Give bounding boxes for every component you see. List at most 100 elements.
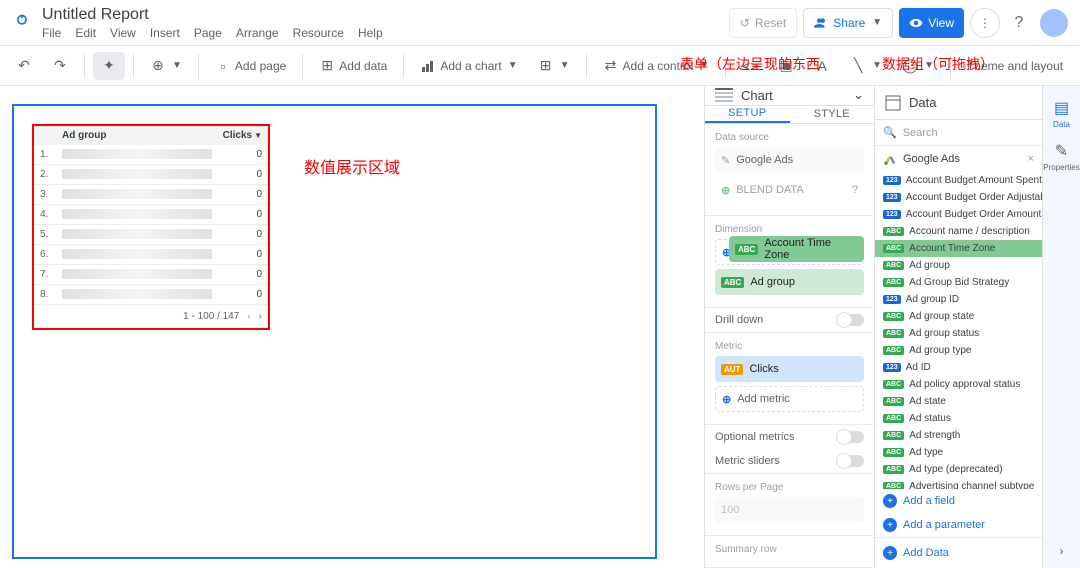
drill-down-toggle[interactable]: Drill down — [705, 308, 874, 333]
field-row[interactable]: ABCAd policy approval status — [875, 376, 1042, 393]
report-canvas[interactable]: Ad group Clicks▼ 1.02.03.04.05.06.07.08.… — [12, 104, 657, 559]
toggle-switch[interactable] — [838, 455, 864, 467]
table-chart-widget[interactable]: Ad group Clicks▼ 1.02.03.04.05.06.07.08.… — [32, 124, 270, 330]
toggle-switch[interactable] — [838, 431, 864, 443]
field-row[interactable]: ABCAd group type — [875, 342, 1042, 359]
menu-help[interactable]: Help — [358, 26, 383, 40]
doc-title[interactable]: Untitled Report — [42, 6, 383, 24]
table-row[interactable]: 6.0 — [34, 245, 268, 265]
add-metric-chip[interactable]: ⊕ Add metric — [715, 386, 864, 412]
more-vert-icon: ⋮ — [979, 16, 991, 30]
expand-chevron[interactable]: › — [1060, 544, 1064, 558]
community-viz-button[interactable]: ⊞▼ — [530, 52, 578, 80]
metric-sliders-toggle[interactable]: Metric sliders — [705, 449, 874, 474]
field-row[interactable]: 123Account Budget Amount Spent — [875, 172, 1042, 189]
data-source-section: Data source ✎ Google Ads ⊕ BLEND DATA ? — [705, 124, 874, 216]
optional-metrics-toggle[interactable]: Optional metrics — [705, 425, 874, 449]
chart-type-selector[interactable]: Chart ⌄ — [705, 86, 874, 106]
table-row[interactable]: 3.0 — [34, 185, 268, 205]
toggle-switch[interactable] — [838, 314, 864, 326]
field-row[interactable]: ABCAd type — [875, 444, 1042, 461]
prev-page-button[interactable]: ‹ — [247, 311, 250, 322]
table-row[interactable]: 1.0 — [34, 145, 268, 165]
plus-icon: + — [883, 494, 897, 508]
data-panel: Data 🔍 Search Google Ads × 123Account Bu… — [874, 86, 1042, 568]
tab-properties[interactable]: ✎ Properties — [1043, 137, 1079, 176]
tab-setup[interactable]: SETUP — [705, 106, 790, 123]
help-button[interactable]: ? — [1004, 8, 1034, 38]
next-page-button[interactable]: › — [259, 311, 262, 322]
field-row[interactable]: ABCAdvertising channel subtype — [875, 478, 1042, 489]
add-parameter-link[interactable]: + Add a parameter — [875, 513, 1042, 537]
field-tag-icon: ABC — [883, 482, 904, 489]
drill-down-label: Drill down — [715, 314, 763, 326]
add-data-button[interactable]: ⊞ Add data — [311, 52, 395, 80]
pencil-icon: ✎ — [1055, 141, 1068, 161]
blend-data-button[interactable]: ⊕ BLEND DATA ? — [715, 177, 864, 203]
dimension-section: Dimension ABC Account Time Zone ⊕ Add di… — [705, 216, 874, 308]
close-icon[interactable]: × — [1028, 153, 1034, 165]
menu-insert[interactable]: Insert — [150, 26, 180, 40]
field-name: Ad status — [909, 413, 951, 424]
view-button[interactable]: View — [899, 8, 964, 38]
panel-tabs: SETUP STYLE — [705, 106, 874, 124]
table-row[interactable]: 5.0 — [34, 225, 268, 245]
user-avatar[interactable] — [1040, 9, 1068, 37]
field-row[interactable]: 123Account Budget Order Amount — [875, 206, 1042, 223]
add-page-label: Add page — [235, 59, 286, 73]
add-data-link[interactable]: + Add Data — [875, 538, 1042, 568]
more-button[interactable]: ⋮ — [970, 8, 1000, 38]
data-source-row[interactable]: Google Ads × — [875, 146, 1042, 172]
search-row[interactable]: 🔍 Search — [875, 120, 1042, 146]
field-tag-icon: ABC — [883, 431, 904, 440]
select-tool[interactable]: ✦ — [93, 52, 125, 80]
share-button[interactable]: Share ▼ — [803, 8, 893, 38]
annotation-datagroup: 数据组（可拖拽） — [882, 54, 994, 74]
field-row[interactable]: ABCAd group state — [875, 308, 1042, 325]
field-row[interactable]: ABCAd Group Bid Strategy — [875, 274, 1042, 291]
col-adgroup[interactable]: Ad group — [62, 130, 212, 141]
tab-style[interactable]: STYLE — [790, 106, 875, 123]
add-field-link[interactable]: + Add a field — [875, 489, 1042, 513]
table-row[interactable]: 7.0 — [34, 265, 268, 285]
dimension-drag-chip[interactable]: ABC Account Time Zone — [729, 236, 864, 262]
dimension-chip[interactable]: ABC Ad group — [715, 269, 864, 295]
redo-button[interactable]: ↷ — [44, 52, 76, 80]
menu-view[interactable]: View — [110, 26, 136, 40]
add-parameter-label: Add a parameter — [903, 519, 985, 531]
menu-arrange[interactable]: Arrange — [236, 26, 279, 40]
field-row[interactable]: ABCAd strength — [875, 427, 1042, 444]
menu-edit[interactable]: Edit — [75, 26, 96, 40]
field-row[interactable]: ABCAd type (deprecated) — [875, 461, 1042, 478]
field-row[interactable]: ABCAccount Time Zone — [875, 240, 1042, 257]
add-page-button[interactable]: ▫ Add page — [207, 52, 294, 80]
tab-data[interactable]: ▤ Data — [1053, 94, 1070, 133]
reset-button[interactable]: ↺ Reset — [729, 8, 797, 38]
zoom-tool[interactable]: ⊕▼ — [142, 52, 190, 80]
data-source-chip[interactable]: ✎ Google Ads — [715, 147, 864, 173]
rows-per-page-input[interactable]: 100 — [715, 497, 864, 523]
field-row[interactable]: 123Ad group ID — [875, 291, 1042, 308]
metric-chip[interactable]: AUT Clicks — [715, 356, 864, 382]
field-row[interactable]: ABCAd group status — [875, 325, 1042, 342]
field-row[interactable]: ABCAd state — [875, 393, 1042, 410]
field-row[interactable]: 123Account Budget Order Adjustable ... — [875, 189, 1042, 206]
menu-page[interactable]: Page — [194, 26, 222, 40]
field-row[interactable]: 123Ad ID — [875, 359, 1042, 376]
field-row[interactable]: ABCAccount name / description — [875, 223, 1042, 240]
menu-file[interactable]: File — [42, 26, 61, 40]
field-row[interactable]: ABCAd status — [875, 410, 1042, 427]
dimension-dragging-label: Account Time Zone — [764, 237, 858, 261]
table-row[interactable]: 4.0 — [34, 205, 268, 225]
menu-resource[interactable]: Resource — [293, 26, 344, 40]
field-name: Ad type (deprecated) — [909, 464, 1002, 475]
dimension-adgroup-label: Ad group — [750, 276, 795, 288]
table-row[interactable]: 8.0 — [34, 285, 268, 305]
field-tag-icon: 123 — [883, 176, 901, 185]
table-row[interactable]: 2.0 — [34, 165, 268, 185]
field-row[interactable]: ABCAd group — [875, 257, 1042, 274]
field-tag-icon: ABC — [883, 380, 904, 389]
undo-button[interactable]: ↶ — [8, 52, 40, 80]
add-chart-button[interactable]: Add a chart ▼ — [412, 52, 525, 80]
col-clicks[interactable]: Clicks▼ — [212, 130, 262, 141]
